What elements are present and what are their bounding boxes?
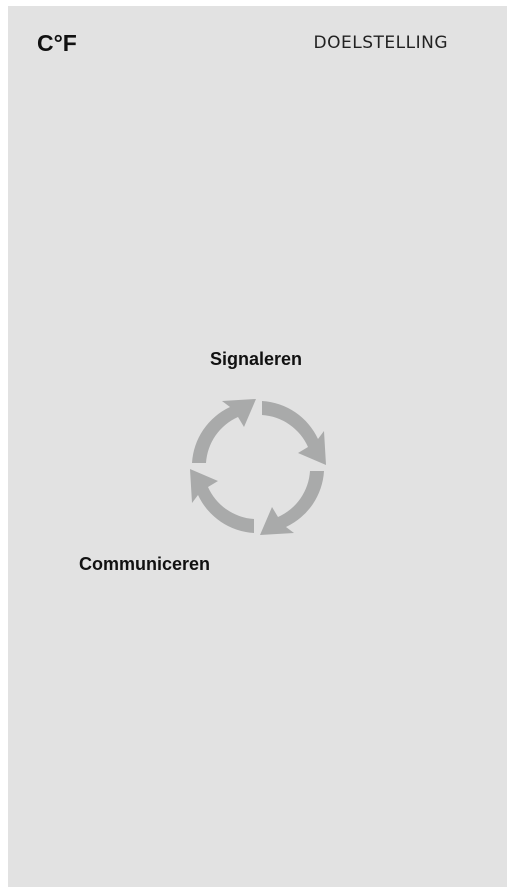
step-label-communiceren[interactable]: Communiceren [79,554,210,575]
cycle-arrows-icon [190,399,326,535]
step-label-signaleren[interactable]: Signaleren [210,349,302,370]
menu-title-button[interactable]: DOELSTELLING [314,33,448,53]
app-screen: C°F DOELSTELLING Signaleren Communiceren [8,6,507,887]
logo: C°F [37,30,77,56]
